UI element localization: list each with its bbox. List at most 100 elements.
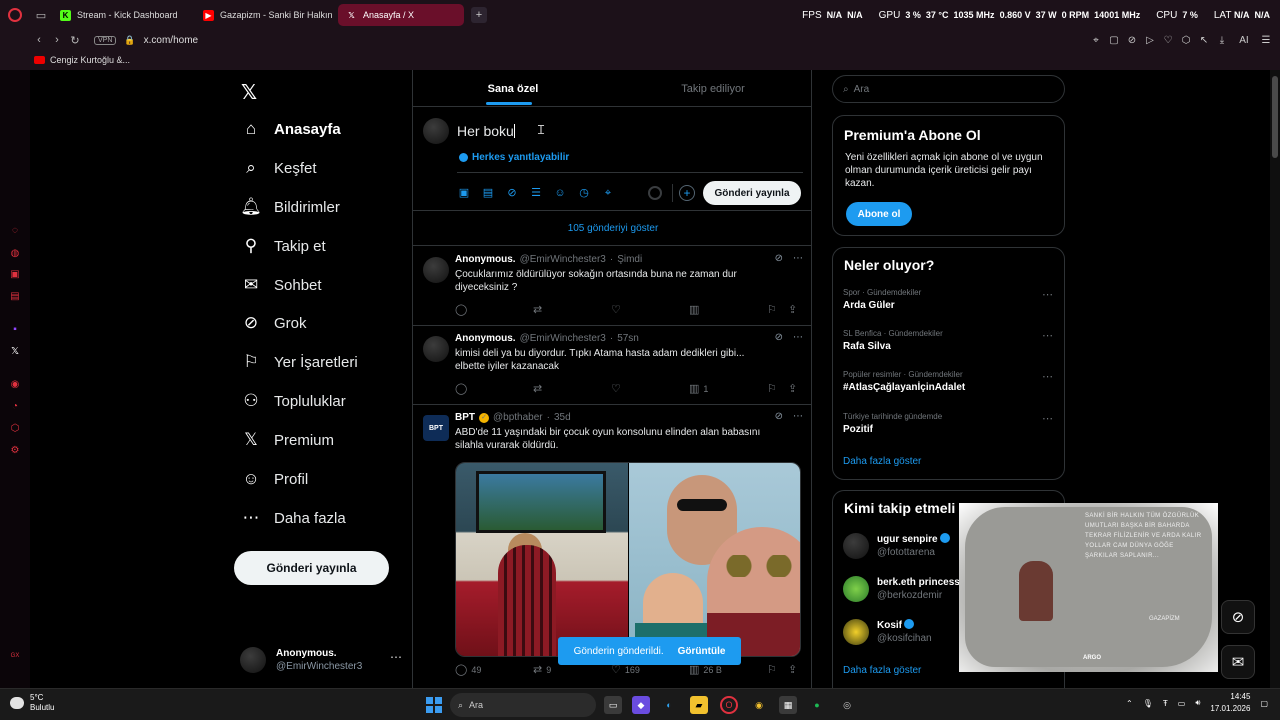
- reply-button[interactable]: ◯: [455, 382, 467, 395]
- nav-item-explore[interactable]: ⌕ Keşfet: [240, 157, 316, 179]
- tab-kick[interactable]: K Stream - Kick Dashboard: [52, 4, 192, 26]
- music-icon[interactable]: ▤: [9, 291, 21, 303]
- add-post-icon[interactable]: +: [679, 185, 695, 201]
- opera-gx-icon[interactable]: O: [720, 696, 738, 714]
- trend-item[interactable]: Türkiye tarihinde gündemde Pozitif ⋯: [843, 412, 1053, 435]
- post-button[interactable]: Gönderi yayınla: [234, 551, 389, 585]
- nav-item-more[interactable]: ⋯ Daha fazla: [240, 507, 346, 529]
- store-icon[interactable]: ▦: [779, 696, 797, 714]
- settings-icon[interactable]: ⚙: [9, 445, 21, 457]
- bookmark-button[interactable]: ⚐: [767, 382, 777, 395]
- tab-x-home[interactable]: 𝕏 Anasayfa / X: [338, 4, 464, 26]
- app-icon[interactable]: ◎: [838, 696, 856, 714]
- video-overlay[interactable]: SANKİ BİR HALKIN TÜM ÖZGÜRLÜK UMUTLARI B…: [959, 503, 1218, 672]
- new-tab-button[interactable]: +: [471, 7, 487, 23]
- emoji-icon[interactable]: ☺: [553, 186, 567, 200]
- nav-item-communities[interactable]: ⚇ Topluluklar: [240, 390, 345, 412]
- nav-item-follow[interactable]: ⚲ Takip et: [240, 235, 326, 257]
- task-view-icon[interactable]: ▭: [604, 696, 622, 714]
- like-button[interactable]: ♡: [611, 303, 621, 316]
- image-icon[interactable]: ▣: [457, 186, 471, 200]
- clock[interactable]: 14:45 17.01.2026: [1210, 691, 1250, 715]
- repost-button[interactable]: ⇄ 9: [533, 663, 551, 676]
- trend-item[interactable]: SL Benfica · Gündemdekiler Rafa Silva ⋯: [843, 329, 1053, 352]
- windows-start-icon[interactable]: [426, 697, 442, 713]
- media-image-family[interactable]: [629, 463, 800, 656]
- tweet-media[interactable]: [455, 462, 801, 657]
- extensions-icon[interactable]: ⬡: [1180, 35, 1192, 46]
- like-button[interactable]: ♡: [611, 382, 621, 395]
- tab-for-you[interactable]: Sana özel: [413, 70, 613, 107]
- ai-button[interactable]: AI: [1234, 35, 1254, 46]
- nav-item-profile[interactable]: ☺ Profil: [240, 468, 308, 490]
- show-more-follow[interactable]: Daha fazla göster: [843, 665, 921, 676]
- more-icon[interactable]: ⋯: [390, 650, 402, 664]
- trend-item[interactable]: Spor · Gündemdekiler Arda Güler ⋯: [843, 288, 1053, 311]
- grok-icon[interactable]: ⊘: [505, 186, 519, 200]
- repost-button[interactable]: ⇄: [533, 382, 542, 395]
- menu-icon[interactable]: ☰: [1260, 35, 1272, 46]
- more-icon[interactable]: ⋯: [1042, 288, 1053, 301]
- adblock-icon[interactable]: ⊘: [1126, 35, 1138, 46]
- aria-icon[interactable]: ◌: [9, 225, 21, 237]
- toast-view-link[interactable]: Görüntüle: [678, 646, 726, 657]
- grok-icon[interactable]: ⊘: [775, 332, 783, 343]
- tab-following[interactable]: Takip ediliyor: [613, 70, 811, 107]
- network-icon[interactable]: ▭: [1178, 699, 1186, 708]
- vpn-badge[interactable]: VPN: [94, 35, 117, 45]
- reply-button[interactable]: ◯ 49: [455, 663, 481, 676]
- folder-icon[interactable]: ▰: [690, 696, 708, 714]
- reload-icon[interactable]: ↻: [66, 34, 84, 47]
- nav-item-premium[interactable]: 𝕏 Premium: [240, 429, 334, 451]
- x-logo-icon[interactable]: 𝕏: [241, 80, 257, 105]
- forward-icon[interactable]: ›: [48, 34, 66, 46]
- notification-icon[interactable]: ▢: [1260, 699, 1268, 708]
- scrollbar[interactable]: [1270, 70, 1280, 688]
- scrollbar-thumb[interactable]: [1272, 76, 1278, 158]
- opera-logo-icon[interactable]: [0, 0, 30, 30]
- url-field[interactable]: x.com/home: [144, 35, 198, 46]
- crypto-wallet-icon[interactable]: ◍: [9, 248, 21, 260]
- account-switcher[interactable]: Anonymous. @EmirWinchester3 ⋯: [240, 642, 410, 678]
- media-image-boy-gaming[interactable]: [456, 463, 628, 656]
- nav-item-notifications[interactable]: 🔔︎ Bildirimler: [240, 196, 340, 218]
- edge-icon[interactable]: ◐: [660, 696, 678, 714]
- back-icon[interactable]: ‹: [30, 34, 48, 46]
- spotify-icon[interactable]: ●: [808, 696, 826, 714]
- repost-button[interactable]: ⇄: [533, 303, 542, 316]
- tab-youtube[interactable]: ▶ Gazapizm - Sanki Bir Halkın: [195, 4, 335, 26]
- more-icon[interactable]: ⋯: [1042, 370, 1053, 383]
- gx-icon[interactable]: GX: [9, 650, 21, 662]
- nav-item-grok[interactable]: ⊘ Grok: [240, 312, 307, 334]
- schedule-icon[interactable]: ◷: [577, 186, 591, 200]
- messenger-icon[interactable]: ▣: [9, 269, 21, 281]
- share-button[interactable]: ⇪: [788, 382, 797, 395]
- app-icon[interactable]: ◆: [632, 696, 650, 714]
- search-input[interactable]: ⌕ Ara: [832, 75, 1065, 103]
- workspace-icon[interactable]: ▭: [30, 0, 52, 30]
- weather-widget[interactable]: 5°C Bulutlu: [10, 693, 54, 713]
- bookmark-button[interactable]: ⚐: [767, 663, 777, 676]
- history-icon[interactable]: ◔: [9, 401, 21, 413]
- more-icon[interactable]: ⋯: [1042, 412, 1053, 425]
- mic-icon[interactable]: 🎙︎: [1143, 699, 1153, 708]
- publish-button[interactable]: Gönderi yayınla: [703, 181, 801, 205]
- player-icon[interactable]: ◉: [9, 379, 21, 391]
- heart-icon[interactable]: ♡: [1162, 35, 1174, 46]
- more-icon[interactable]: ⋯: [793, 253, 803, 264]
- show-new-posts[interactable]: 105 gönderiyi göster: [413, 211, 811, 246]
- views-button[interactable]: ▥ 1: [689, 382, 708, 395]
- tweet[interactable]: Anonymous. @EmirWinchester3 · Şimdi ⊘ ⋯ …: [413, 247, 811, 326]
- nav-item-bookmarks[interactable]: ⚐ Yer İşaretleri: [240, 351, 357, 373]
- grok-icon[interactable]: ⊘: [775, 411, 783, 422]
- taskbar-search[interactable]: ⌕ Ara: [450, 693, 596, 717]
- share-button[interactable]: ⇪: [788, 663, 797, 676]
- language-icon[interactable]: Ŧ: [1163, 699, 1168, 708]
- subscribe-button[interactable]: Abone ol: [846, 202, 912, 226]
- views-button[interactable]: ▥: [689, 303, 703, 316]
- volume-icon[interactable]: 🔊︎: [1195, 698, 1200, 708]
- lock-icon[interactable]: 🔒: [124, 35, 135, 46]
- mail-icon[interactable]: ✉: [1221, 645, 1255, 679]
- gif-icon[interactable]: ▤: [481, 186, 495, 200]
- x-logo-icon[interactable]: 𝕏: [9, 346, 21, 358]
